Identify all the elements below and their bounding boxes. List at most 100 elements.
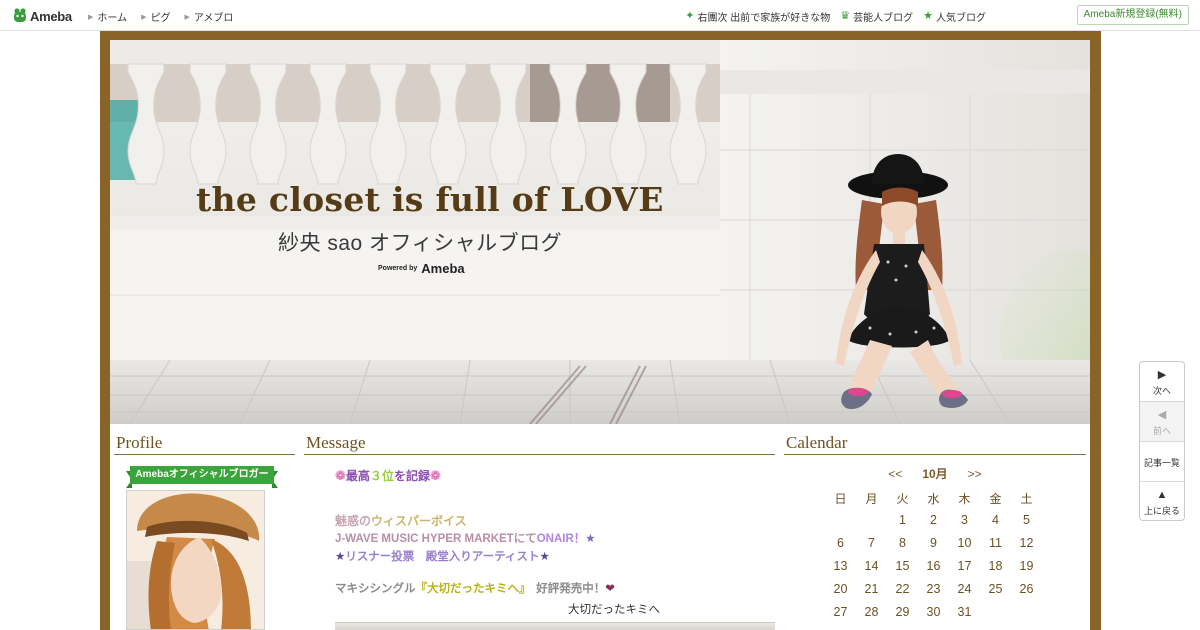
calendar-day[interactable]: 23: [918, 582, 949, 605]
blog-body: the closet is full of LOVE 紗央 sao オフィシャル…: [110, 40, 1090, 630]
profile-heading: Profile: [114, 433, 295, 455]
flower-icon: ❁: [429, 468, 441, 483]
popular-blog-link[interactable]: ★ 人気ブログ: [923, 9, 986, 25]
blog-title[interactable]: the closet is full of LOVE: [196, 180, 664, 219]
calendar-weekday: 日: [834, 492, 847, 506]
register-button[interactable]: Ameba新規登録(無料): [1076, 5, 1189, 25]
calendar-day[interactable]: 5: [1011, 513, 1042, 536]
calendar-day[interactable]: 31: [949, 605, 980, 628]
side-navigation: ▶ 次へ ◀ 前へ 記事一覧 ▲ 上に戻る: [1139, 361, 1185, 521]
calendar-day[interactable]: 29: [887, 605, 918, 628]
entry-list-button[interactable]: 記事一覧: [1140, 442, 1184, 482]
flower-icon: ❁: [335, 468, 346, 483]
jwave-line: J-WAVE MUSIC HYPER MARKETにてONAIR！★: [335, 530, 596, 548]
calendar-day[interactable]: 7: [856, 536, 887, 559]
official-blogger-badge: Amebaオフィシャルブロガー: [126, 466, 278, 488]
message-heading: Message: [304, 433, 775, 455]
calendar-weekday: 水: [927, 492, 940, 506]
calendar-day[interactable]: 17: [949, 559, 980, 582]
nav-pigg-link[interactable]: ▶ ピグ: [141, 9, 170, 24]
calendar-day[interactable]: 3: [949, 513, 980, 536]
calendar-day[interactable]: 15: [887, 559, 918, 582]
avatar-photo-art: [127, 491, 264, 629]
blog-frame: the closet is full of LOVE 紗央 sao オフィシャル…: [100, 31, 1101, 630]
calendar-month[interactable]: 10月: [922, 467, 947, 481]
celebrity-blog-link[interactable]: ♛ 芸能人ブログ: [840, 9, 914, 25]
celebrity-blog-label: 芸能人ブログ: [853, 13, 914, 24]
whisper-voice-line: 魅惑のウィスパーボイス: [335, 512, 467, 530]
calendar-day[interactable]: 28: [856, 605, 887, 628]
back-to-top-button[interactable]: ▲ 上に戻る: [1140, 482, 1184, 522]
calendar-day[interactable]: 9: [918, 536, 949, 559]
header-photo-art: [110, 40, 1090, 424]
triangle-right-icon: ▶: [1157, 369, 1167, 381]
calendar-day[interactable]: 16: [918, 559, 949, 582]
calendar-heading: Calendar: [784, 433, 1086, 455]
calendar-day[interactable]: 2: [918, 513, 949, 536]
star-icon: ★: [539, 551, 550, 563]
nav-home-label: ホーム: [97, 13, 128, 24]
calendar-day[interactable]: 26: [1011, 582, 1042, 605]
calendar-day[interactable]: 11: [980, 536, 1011, 559]
calendar-day[interactable]: 22: [887, 582, 918, 605]
calendar-day[interactable]: 14: [856, 559, 887, 582]
calendar-day[interactable]: 10: [949, 536, 980, 559]
calendar-grid: 日月火水木金土 1 2 3 4 5 6 7 8 9 10 11 12 13 14 15 16 17 18 19 20 21…: [825, 490, 1075, 628]
trending-nav: ✦ 右團次 出前で家族が好きな物 ♛ 芸能人ブログ ★ 人気ブログ: [675, 9, 986, 25]
ranking-number: ３位: [369, 469, 394, 483]
calendar-day[interactable]: 19: [1011, 559, 1042, 582]
ranking-line: ❁最高３位を記録❁: [335, 467, 441, 485]
calendar-day[interactable]: 18: [980, 559, 1011, 582]
ameba-logo-icon: [13, 8, 27, 24]
global-header: Ameba ▶ ホーム ▶ ピグ ▶ アメブロ ✦ 右團次 出前で家族が好きな物 ♛ 芸能…: [0, 0, 1200, 31]
calendar-nav: << 10月 >>: [784, 465, 1086, 482]
calendar-day[interactable]: 24: [949, 582, 980, 605]
calendar-day[interactable]: 6: [825, 536, 856, 559]
calendar-empty-cell: [980, 605, 1011, 628]
calendar-day[interactable]: 13: [825, 559, 856, 582]
single-title[interactable]: 『大切だったキミへ』: [416, 583, 525, 595]
header-image[interactable]: the closet is full of LOVE 紗央 sao オフィシャル…: [110, 40, 1090, 424]
badge-label: Amebaオフィシャルブロガー: [130, 466, 274, 484]
powered-by-ameba: Powered by Ameba: [378, 261, 465, 276]
calendar-day[interactable]: 27: [825, 605, 856, 628]
on-sale-text: 好評発売中！: [524, 583, 606, 595]
calendar-day[interactable]: 21: [856, 582, 887, 605]
triangle-left-icon: ◀: [1157, 409, 1167, 421]
calendar-empty-cell: [825, 513, 856, 536]
caret-right-icon: ▶: [88, 13, 94, 21]
prev-entry-label: 前へ: [1152, 426, 1171, 436]
ameba-logo[interactable]: Ameba: [13, 7, 72, 25]
logo-text: Ameba: [30, 8, 72, 24]
single-label: マキシシングル: [335, 583, 416, 595]
jwave-text: J-WAVE MUSIC HYPER MARKETにて: [335, 533, 537, 545]
onair-text: ONAIR: [536, 533, 574, 545]
onair-exclaim: ！: [573, 533, 586, 545]
calendar-day[interactable]: 20: [825, 582, 856, 605]
calendar-day[interactable]: 1: [887, 513, 918, 536]
calendar-day[interactable]: 12: [1011, 536, 1042, 559]
calendar-day[interactable]: 8: [887, 536, 918, 559]
next-entry-button[interactable]: ▶ 次へ: [1140, 362, 1184, 402]
calendar-next-link[interactable]: >>: [968, 467, 982, 481]
star-icon: ★: [585, 533, 596, 545]
powered-brand: Ameba: [421, 261, 465, 276]
nav-ameblo-link[interactable]: ▶ アメブロ: [184, 9, 233, 24]
next-entry-label: 次へ: [1152, 386, 1171, 396]
calendar-day[interactable]: 25: [980, 582, 1011, 605]
profile-avatar[interactable]: [126, 490, 265, 630]
trending-topic-label: 右團次 出前で家族が好きな物: [697, 13, 831, 24]
message-image[interactable]: [335, 622, 775, 630]
calendar-empty-cell: [1011, 605, 1042, 628]
calendar-day[interactable]: 4: [980, 513, 1011, 536]
calendar-weekday: 土: [1020, 492, 1033, 506]
prev-entry-button[interactable]: ◀ 前へ: [1140, 402, 1184, 442]
whisper-voice-b: ウィスパーボイス: [371, 514, 467, 528]
calendar-weekday: 木: [958, 492, 971, 506]
ranking-pre: 最高: [345, 469, 370, 483]
calendar-weekday: 月: [865, 492, 878, 506]
calendar-day[interactable]: 30: [918, 605, 949, 628]
nav-home-link[interactable]: ▶ ホーム: [88, 9, 127, 24]
trending-topic-link[interactable]: ✦ 右團次 出前で家族が好きな物: [685, 9, 831, 25]
calendar-prev-link[interactable]: <<: [888, 467, 902, 481]
